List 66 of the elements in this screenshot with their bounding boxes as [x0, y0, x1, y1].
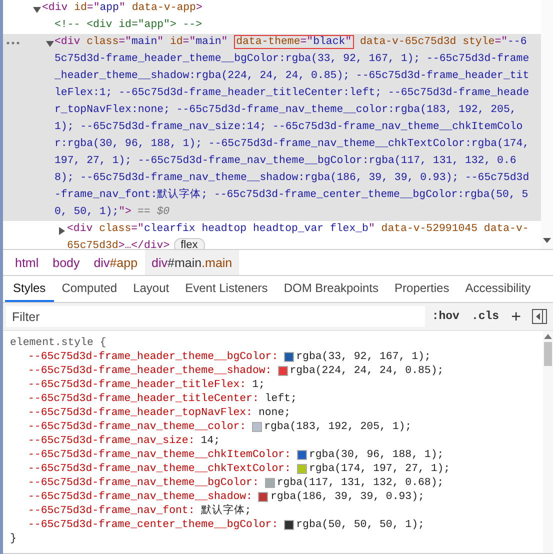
scroll-up-icon[interactable]	[544, 334, 552, 339]
property-value[interactable]: 1;	[252, 378, 265, 392]
html-comment: <!-- <div id="app"> -->	[54, 19, 202, 31]
property-name[interactable]: --65c75d3d-frame_center_theme__bgColor:	[28, 518, 278, 532]
rule-closing-brace: }	[10, 532, 16, 546]
property-value[interactable]: rgba(117, 131, 132, 0.68);	[276, 476, 444, 490]
panel-tab[interactable]: Computed	[54, 276, 126, 302]
property-value[interactable]: none;	[258, 406, 291, 420]
property-name[interactable]: --65c75d3d-frame_nav_theme__bgColor:	[28, 476, 259, 490]
property-name[interactable]: --65c75d3d-frame_header_theme__shadow:	[28, 364, 272, 378]
property-value[interactable]: rgba(174, 197, 27, 1);	[308, 462, 450, 476]
color-swatch[interactable]	[296, 450, 307, 460]
breadcrumb[interactable]: body	[46, 250, 87, 275]
property-value[interactable]: rgba(30, 96, 188, 1);	[308, 448, 444, 462]
property-name[interactable]: --65c75d3d-frame_header_titleCenter:	[28, 392, 259, 406]
property-name[interactable]: --65c75d3d-frame_header_titleFlex:	[28, 378, 246, 392]
expand-arrow-icon[interactable]	[46, 40, 54, 48]
color-swatch[interactable]	[278, 366, 288, 376]
property-value[interactable]: rgba(50, 50, 50, 1);	[296, 518, 424, 532]
color-swatch[interactable]	[258, 492, 268, 502]
breadcrumb[interactable]: html	[8, 250, 46, 275]
element-tag: <div class="main" id="main" data-theme="black" data-v-65c75d3d style="--65c75d3d-frame_header_theme__bgColor:rgba(33, 92, 167, 1); --65c75d3d-frame_header_theme__shadow:rgba(224, 24, 24, 0.85); --65c75d3d-frame_header_titleFlex:1; --65c75d3d-frame_header_titleCenter:left; --65c75d3d-frame_header_topNavFlex:none; --65c75d3d-frame_nav_theme__color:rgba(183, 192, 205, 1); --65c75d3d-frame_nav_size:14; --65c75d3d-frame_nav_theme__chkItemColor:rgba(30, 96, 188, 1); --65c75d3d-frame_nav_theme__chkTextColor:rgba(174, 197, 27, 1); --65c75d3d-frame_nav_theme__bgColor:rgba(117, 131, 132, 0.68); --65c75d3d-frame_nav_theme__shadow:rgba(186, 39, 39, 0.93); --65c75d3d-frame_nav_font:默认字体; --65c75d3d-frame_center_theme__bgColor:rgba(50, 50, 50, 1);"> == $0	[54, 34, 541, 221]
color-swatch[interactable]	[252, 422, 262, 432]
sidebar-toggle-icon[interactable]	[532, 309, 547, 324]
color-swatch[interactable]	[284, 520, 294, 530]
selected-node-marker: == $0	[137, 206, 170, 218]
property-value[interactable]: rgba(186, 39, 39, 0.93);	[270, 490, 424, 504]
property-value[interactable]: rgba(33, 92, 167, 1);	[296, 350, 431, 364]
property-value[interactable]: 默认字体;	[200, 504, 252, 518]
property-name[interactable]: --65c75d3d-frame_nav_theme__color:	[28, 420, 246, 434]
property-value[interactable]: rgba(224, 24, 24, 0.85);	[290, 364, 444, 378]
property-value[interactable]: 14;	[200, 434, 220, 448]
color-swatch[interactable]	[264, 478, 275, 488]
dom-tree-node[interactable]: <!-- <div id="app"> -->	[3, 17, 541, 34]
property-name[interactable]: --65c75d3d-frame_nav_font:	[28, 504, 195, 518]
property-value[interactable]: rgba(183, 192, 205, 1);	[264, 420, 412, 434]
expand-arrow-icon[interactable]	[58, 227, 66, 235]
hover-state-button[interactable]: :hov	[426, 310, 464, 323]
property-name[interactable]: --65c75d3d-frame_nav_theme__chkItemColor:	[28, 448, 291, 462]
panel-tab[interactable]: Properties	[386, 276, 458, 302]
breadcrumb[interactable]: div#app	[86, 250, 145, 275]
property-name[interactable]: --65c75d3d-frame_nav_size:	[28, 434, 195, 448]
panel-tab[interactable]: DOM Breakpoints	[276, 276, 387, 302]
panel-tab[interactable]: Event Listeners	[177, 276, 276, 302]
panel-tab[interactable]: Accessibility	[457, 276, 539, 302]
flex-badge[interactable]: flex	[174, 238, 205, 249]
expand-arrow-icon[interactable]	[33, 6, 41, 14]
rule-selector: element.style {	[10, 336, 106, 350]
breadcrumb[interactable]: div#main.main	[144, 250, 240, 275]
color-swatch[interactable]	[296, 464, 307, 474]
filter-field[interactable]: Filter	[6, 306, 425, 327]
property-name[interactable]: --65c75d3d-frame_header_theme__bgColor:	[28, 350, 278, 364]
scrollbar[interactable]	[543, 331, 553, 553]
property-name[interactable]: --65c75d3d-frame_nav_theme__chkTextColor:	[28, 462, 291, 476]
property-value[interactable]: left;	[264, 392, 297, 406]
color-swatch[interactable]	[284, 352, 294, 362]
new-rule-button[interactable]: +	[506, 308, 526, 325]
highlighted-attribute: data-theme="black"	[234, 35, 354, 49]
more-icon[interactable]	[6, 41, 20, 45]
scrollbar-thumb[interactable]	[544, 342, 552, 366]
class-button[interactable]: .cls	[466, 310, 504, 323]
panel-tab[interactable]: Layout	[125, 276, 178, 302]
property-name[interactable]: --65c75d3d-frame_nav_theme__shadow:	[28, 490, 252, 504]
property-name[interactable]: --65c75d3d-frame_header_topNavFlex:	[28, 406, 252, 420]
scroll-down-icon[interactable]	[543, 238, 551, 243]
scrollbar[interactable]	[541, 0, 553, 249]
